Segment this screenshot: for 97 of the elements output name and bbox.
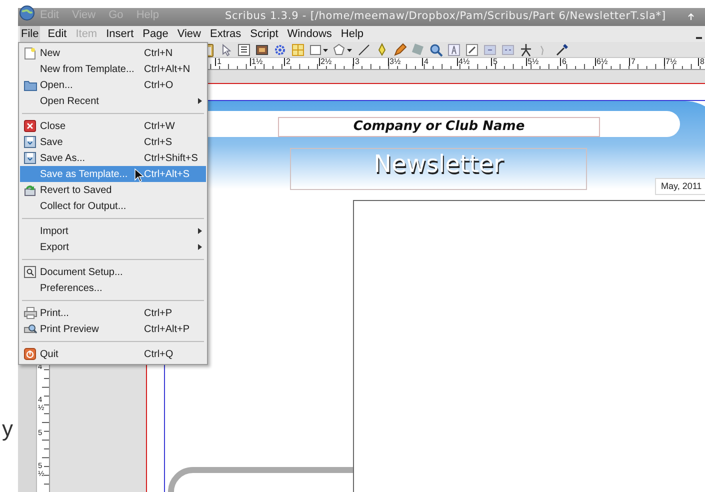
- ruler-label: 4½: [456, 58, 470, 66]
- menu-item[interactable]: Preferences...: [20, 280, 206, 296]
- menu-item-label: Save as Template...: [40, 168, 128, 182]
- menu-item[interactable]: Extras: [208, 26, 242, 42]
- menu-item[interactable]: Help: [340, 26, 365, 42]
- menu-item[interactable]: Save Ctrl+S: [20, 134, 206, 150]
- shortcut-text: Ctrl+P: [144, 306, 172, 320]
- menu-item-label: Save: [40, 136, 63, 150]
- story-editor-icon[interactable]: [465, 42, 479, 56]
- shortcut-text: Ctrl+Alt+S: [144, 168, 190, 182]
- menu-item-label: Import: [40, 224, 68, 238]
- eyedropper-icon[interactable]: [555, 42, 569, 56]
- menu-item[interactable]: New Ctrl+N: [20, 45, 206, 61]
- close-icon: [24, 120, 36, 132]
- menu-item-label: New: [40, 46, 60, 60]
- ruler-label: 4: [422, 58, 428, 66]
- shortcut-text: Ctrl+Alt+N: [144, 62, 190, 76]
- ruler-label: 7½: [664, 58, 677, 66]
- shortcut-text: Ctrl+N: [144, 46, 173, 60]
- line-icon[interactable]: [357, 42, 371, 56]
- menu-item-label: Revert to Saved: [40, 184, 112, 198]
- new-page-icon: [24, 46, 36, 60]
- menu-item-label: Open Recent: [40, 94, 99, 108]
- menu-item[interactable]: Print Preview Ctrl+Alt+P: [20, 321, 206, 337]
- globe-icon[interactable]: [19, 5, 35, 21]
- document-setup-icon: [24, 266, 36, 278]
- menu-item-label: Preferences...: [40, 282, 102, 296]
- shortcut-text: Ctrl+W: [144, 120, 175, 134]
- menu-item[interactable]: Revert to Saved: [20, 182, 206, 198]
- menu-item[interactable]: File: [20, 26, 40, 42]
- ruler-label: 6: [560, 58, 566, 66]
- submenu-arrow-icon: [198, 244, 202, 250]
- menu-item-label: Save As...: [40, 152, 86, 166]
- edit-text-icon[interactable]: [447, 42, 461, 56]
- menu-item[interactable]: Save As... Ctrl+Shift+S: [20, 150, 206, 166]
- image-frame-icon[interactable]: [255, 42, 269, 56]
- menu-item[interactable]: Quit Ctrl+Q: [20, 346, 206, 362]
- newsletter-title: Newsletter: [374, 149, 504, 180]
- submenu-arrow-icon: [198, 228, 202, 234]
- company-name: Company or Club Name: [353, 118, 525, 136]
- menu-item-label: New from Template...: [40, 62, 134, 76]
- ruler-label: 8: [698, 58, 704, 66]
- menu-item[interactable]: Script: [249, 26, 280, 42]
- printer-icon: [24, 307, 37, 319]
- power-icon: [24, 348, 36, 360]
- ruler-label: 2½: [318, 58, 332, 66]
- revert-icon: [24, 184, 36, 196]
- ruler-label: 1: [215, 58, 222, 66]
- menu-item-label: Print Preview: [40, 322, 99, 336]
- rectangle-icon[interactable]: [309, 42, 329, 56]
- date-text: May, 2011: [661, 180, 702, 193]
- menu-item-label: Document Setup...: [40, 266, 123, 280]
- menu-item[interactable]: Import: [20, 223, 206, 239]
- menu-item[interactable]: Export: [20, 239, 206, 255]
- ruler-label: 1½: [250, 58, 263, 66]
- folder-icon: [24, 80, 37, 90]
- text-frame-icon[interactable]: [237, 42, 251, 56]
- menu-item[interactable]: Insert: [105, 26, 135, 42]
- menu-item[interactable]: View: [176, 26, 202, 42]
- print-preview-icon: [24, 323, 37, 335]
- shortcut-text: Ctrl+Q: [144, 348, 174, 362]
- shortcut-text: Ctrl+S: [144, 136, 172, 150]
- submenu-arrow-icon: [198, 98, 202, 104]
- menu-item-label: Collect for Output...: [40, 200, 126, 214]
- ruler-label: 5½: [526, 58, 539, 66]
- menu-item[interactable]: Open... Ctrl+O: [20, 77, 206, 93]
- menu-item[interactable]: New from Template... Ctrl+Alt+N: [20, 61, 206, 77]
- search-icon[interactable]: [429, 42, 443, 56]
- menu-item[interactable]: Edit: [46, 26, 68, 42]
- background-text: y: [1, 418, 14, 440]
- mouse-cursor-icon: [134, 168, 144, 182]
- menu-item-label: Open...: [40, 78, 73, 92]
- menu-item-label: Print...: [40, 306, 69, 320]
- shortcut-text: Ctrl+Shift+S: [144, 152, 198, 166]
- menu-item[interactable]: Close Ctrl+W: [20, 118, 206, 134]
- maximize-icon[interactable]: [687, 13, 695, 21]
- ruler-label: 5: [491, 58, 498, 66]
- menu-item[interactable]: Page: [142, 26, 170, 42]
- menu-item-label: Close: [40, 120, 66, 134]
- menu-item[interactable]: Collect for Output...: [20, 198, 206, 214]
- gear-icon[interactable]: [273, 42, 287, 56]
- shortcut-text: Ctrl+O: [144, 78, 174, 92]
- measure-icon[interactable]: [519, 42, 533, 56]
- ruler-label: 3½: [388, 58, 401, 66]
- menu-item[interactable]: Open Recent: [20, 93, 206, 109]
- menu-item[interactable]: Windows: [286, 26, 333, 42]
- shortcut-text: Ctrl+Alt+P: [144, 322, 190, 336]
- menu-item[interactable]: Print... Ctrl+P: [20, 305, 206, 321]
- ruler-label: 2: [284, 58, 290, 66]
- menu-item-label: Quit: [40, 348, 58, 362]
- polygon-icon[interactable]: [333, 42, 353, 56]
- ruler-label: 7: [629, 58, 636, 66]
- ruler-label: 3: [353, 58, 360, 66]
- menu-item-label: Export: [40, 240, 69, 254]
- ruler-label: 6½: [594, 58, 608, 66]
- window-title: Scribus 1.3.9 - [/home/meemaw/Dropbox/Pam/Scribus/Part 6/NewsletterT.sla*]: [224, 9, 666, 24]
- menu-item[interactable]: Document Setup...: [20, 264, 206, 280]
